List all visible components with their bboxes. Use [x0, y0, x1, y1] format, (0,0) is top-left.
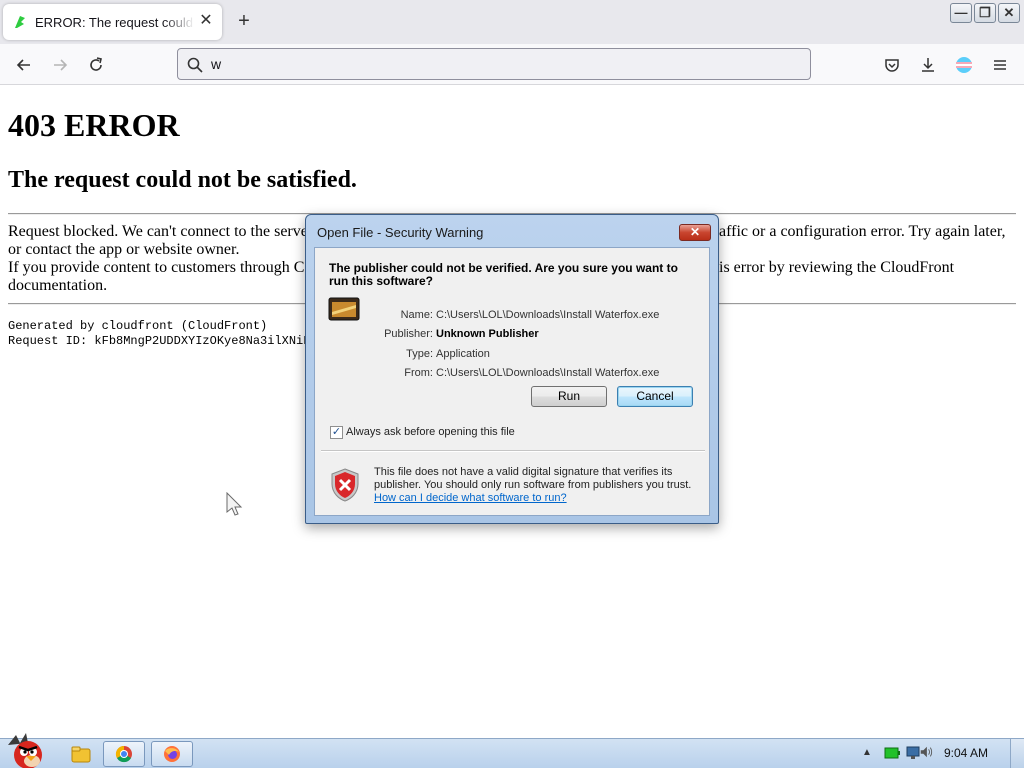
forward-button[interactable]	[47, 52, 73, 78]
forward-icon	[54, 59, 68, 71]
explorer-icon	[71, 746, 91, 763]
warning-message: This file does not have a valid digital …	[374, 466, 692, 491]
volume-icon[interactable]	[918, 745, 934, 759]
application-icon	[328, 297, 360, 321]
run-button[interactable]: Run	[531, 386, 607, 407]
security-warning-dialog: Open File - Security Warning ✕ The publi…	[305, 214, 719, 524]
address-input[interactable]: w	[211, 56, 221, 72]
dialog-separator	[321, 450, 705, 452]
mouse-cursor-icon	[226, 492, 243, 516]
angry-birds-start-icon[interactable]	[2, 731, 50, 768]
tray-expand-icon[interactable]: ▲	[862, 747, 872, 758]
publisher-value: Unknown Publisher	[436, 328, 539, 340]
dialog-body: The publisher could not be verified. Are…	[314, 247, 710, 516]
address-bar[interactable]: w	[177, 48, 811, 80]
cancel-button[interactable]: Cancel	[617, 386, 693, 407]
reload-icon	[90, 57, 102, 71]
taskbar: ▲ 9:04 AM	[0, 733, 1024, 768]
pocket-icon	[885, 59, 899, 72]
request-details: Generated by cloudfront (CloudFront) Requ…	[8, 319, 311, 348]
show-desktop-button[interactable]	[1010, 739, 1024, 768]
tab-title: ERROR: The request could not be satisfie…	[35, 14, 195, 30]
taskbar-firefox[interactable]	[151, 741, 193, 767]
dialog-title: Open File - Security Warning	[317, 225, 484, 240]
tab-close-icon[interactable]: ✕	[198, 13, 214, 29]
tab-active[interactable]: ERROR: The request could not be satisfie…	[3, 4, 222, 40]
taskbar-chrome[interactable]	[103, 741, 145, 767]
error-heading: 403 ERROR	[8, 107, 180, 143]
system-clock[interactable]: 9:04 AM	[944, 746, 988, 760]
firefox-icon	[164, 746, 180, 762]
window-close-button[interactable]: ✕	[998, 3, 1020, 23]
type-value: Application	[436, 348, 490, 360]
reload-button[interactable]	[83, 52, 109, 78]
back-icon	[16, 59, 30, 71]
navigation-toolbar: w	[0, 44, 1024, 85]
publisher-label: Publisher:	[384, 328, 433, 340]
dialog-question: The publisher could not be verified. Are…	[329, 261, 678, 288]
from-label: From:	[404, 367, 433, 379]
search-icon	[187, 57, 203, 73]
always-ask-checkbox[interactable]: ✓	[330, 426, 343, 439]
always-ask-label[interactable]: Always ask before opening this file	[346, 426, 515, 438]
type-label: Type:	[406, 348, 433, 360]
error-subheading: The request could not be satisfied.	[8, 167, 357, 193]
name-value: C:\Users\LOL\Downloads\Install Waterfox.…	[436, 309, 660, 321]
menu-icon	[994, 60, 1006, 70]
download-icon	[922, 58, 934, 72]
window-minimize-button[interactable]: —	[950, 3, 972, 23]
security-shield-icon	[331, 468, 359, 502]
new-tab-button[interactable]: +	[232, 10, 256, 34]
account-button[interactable]	[951, 52, 977, 78]
dialog-close-button[interactable]: ✕	[679, 224, 711, 241]
menu-button[interactable]	[987, 52, 1013, 78]
help-link[interactable]: How can I decide what software to run?	[374, 492, 567, 504]
pocket-button[interactable]	[879, 52, 905, 78]
taskbar-explorer[interactable]	[60, 741, 102, 767]
account-icon	[956, 57, 972, 73]
tab-strip: ERROR: The request could not be satisfie…	[0, 0, 1024, 44]
back-button[interactable]	[11, 52, 37, 78]
name-label: Name:	[400, 309, 433, 321]
page-favicon-icon	[15, 16, 25, 28]
from-value: C:\Users\LOL\Downloads\Install Waterfox.…	[436, 367, 660, 379]
battery-icon[interactable]	[884, 746, 900, 760]
window-maximize-button[interactable]: ❐	[974, 3, 996, 23]
chrome-icon	[115, 745, 132, 763]
downloads-button[interactable]	[915, 52, 941, 78]
